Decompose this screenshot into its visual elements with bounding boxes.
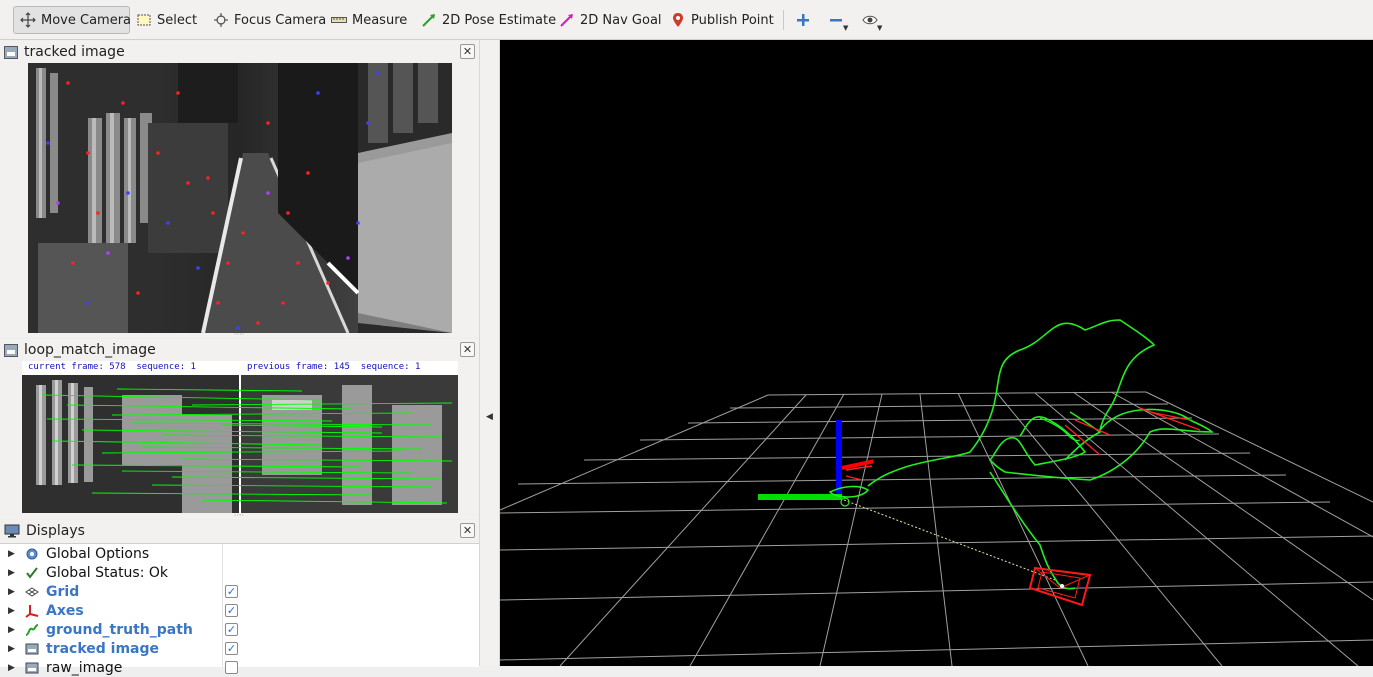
- displays-titlebar: Displays: [0, 520, 479, 542]
- magenta-arrow-icon: [559, 12, 575, 28]
- path-icon: [24, 622, 40, 638]
- display-label: raw_image: [46, 659, 123, 676]
- image-icon: [4, 45, 18, 59]
- expand-arrow-icon[interactable]: ▶: [8, 663, 15, 673]
- render-viewport[interactable]: [499, 40, 1373, 667]
- gear-icon: [24, 546, 40, 562]
- measure-button[interactable]: Measure: [325, 6, 413, 34]
- display-row-grid[interactable]: ▶ Grid ✓: [0, 582, 479, 601]
- loop-match-titlebar: loop_match_image: [0, 339, 479, 361]
- loop-match-panel: loop_match_image ✕ current frame: 578 se…: [0, 339, 479, 520]
- image-icon: [24, 641, 40, 657]
- displays-panel: Displays ✕: [0, 520, 479, 543]
- tracked-image-title: tracked image: [24, 44, 125, 60]
- green-arrow-icon: [421, 12, 437, 28]
- nav-goal-button[interactable]: 2D Nav Goal: [553, 6, 668, 34]
- ruler-icon: [331, 12, 347, 28]
- close-tracked-image-button[interactable]: ✕: [460, 44, 475, 59]
- display-enabled-checkbox[interactable]: ✓: [225, 585, 238, 598]
- display-row-tracked-image[interactable]: ▶ tracked image ✓: [0, 639, 479, 658]
- move-camera-label: Move Camera: [41, 12, 132, 28]
- move-camera-icon: [20, 12, 36, 28]
- collapse-left-icon[interactable]: ◀: [486, 412, 493, 422]
- select-label: Select: [157, 12, 198, 28]
- previous-frame-caption: previous frame: 145 sequence: 1: [247, 362, 421, 372]
- nav-goal-label: 2D Nav Goal: [580, 12, 662, 28]
- map-pin-icon: [670, 12, 686, 28]
- displays-tree: ▶ Global Options ▶ Global Status: Ok ▶ G…: [0, 543, 479, 676]
- resize-grip[interactable]: ····: [230, 512, 248, 520]
- publish-point-button[interactable]: Publish Point: [664, 6, 780, 34]
- panel-splitter[interactable]: ◀: [479, 40, 500, 666]
- display-enabled-checkbox[interactable]: [225, 661, 238, 674]
- measure-label: Measure: [352, 12, 408, 28]
- grid-icon: [24, 584, 40, 600]
- display-label: Global Status: Ok: [46, 564, 169, 581]
- plus-icon: [795, 12, 811, 28]
- tracked-image-titlebar: tracked image: [0, 41, 479, 63]
- loop-link-line: [843, 499, 1056, 581]
- trajectory-loop: [1039, 417, 1081, 442]
- chevron-down-icon: ▼: [877, 24, 883, 32]
- minus-icon: [828, 12, 844, 28]
- pose-estimate-button[interactable]: 2D Pose Estimate: [415, 6, 562, 34]
- display-row-ground-truth-path[interactable]: ▶ ground_truth_path ✓: [0, 620, 479, 639]
- remove-tool-button[interactable]: ▼: [822, 6, 852, 34]
- expand-arrow-icon[interactable]: ▶: [8, 587, 15, 597]
- ground-grid: [499, 391, 1373, 667]
- chevron-down-icon: ▼: [843, 24, 849, 32]
- display-row-raw-image[interactable]: ▶ raw_image: [0, 658, 479, 677]
- add-tool-button[interactable]: [789, 6, 815, 34]
- checkmark-icon: [24, 565, 40, 581]
- loop-match-title: loop_match_image: [24, 342, 156, 358]
- image-icon: [24, 660, 40, 676]
- expand-arrow-icon[interactable]: ▶: [8, 606, 15, 616]
- display-enabled-checkbox[interactable]: ✓: [225, 604, 238, 617]
- pose-estimate-label: 2D Pose Estimate: [442, 12, 557, 28]
- display-row-global-status[interactable]: ▶ Global Status: Ok: [0, 563, 479, 582]
- eye-icon: [862, 12, 878, 28]
- monitor-icon: [4, 524, 20, 538]
- axes-icon: [24, 603, 40, 619]
- expand-arrow-icon[interactable]: ▶: [8, 644, 15, 654]
- tracked-camera-image: [28, 63, 452, 333]
- display-label: Grid: [46, 583, 80, 600]
- expand-arrow-icon[interactable]: ▶: [8, 549, 15, 559]
- focus-camera-label: Focus Camera: [234, 12, 327, 28]
- scene-3d: [499, 319, 1373, 667]
- display-label: tracked image: [46, 640, 160, 657]
- expand-arrow-icon[interactable]: ▶: [8, 568, 15, 578]
- display-label: Global Options: [46, 545, 150, 562]
- move-camera-button[interactable]: Move Camera: [13, 6, 132, 34]
- origin-marker: [840, 497, 850, 507]
- display-label: ground_truth_path: [46, 621, 193, 638]
- select-button[interactable]: Select: [130, 6, 203, 34]
- origin-axes: [758, 420, 874, 500]
- tracked-image-panel: tracked image ✕ ····: [0, 41, 479, 339]
- current-frame-caption: current frame: 578 sequence: 1: [28, 362, 196, 372]
- image-icon: [4, 343, 18, 357]
- focus-camera-button[interactable]: Focus Camera: [207, 6, 332, 34]
- toolbar-separator: [783, 10, 784, 30]
- display-row-global-options[interactable]: ▶ Global Options: [0, 544, 479, 563]
- display-enabled-checkbox[interactable]: ✓: [225, 642, 238, 655]
- loop-match-image: current frame: 578 sequence: 1 previous …: [22, 361, 458, 513]
- close-displays-button[interactable]: ✕: [460, 523, 475, 538]
- display-row-axes[interactable]: ▶ Axes ✓: [0, 601, 479, 620]
- displays-title: Displays: [26, 523, 85, 539]
- focus-camera-icon: [213, 12, 229, 28]
- view-options-button[interactable]: ▼: [856, 6, 886, 34]
- select-icon: [136, 12, 152, 28]
- expand-arrow-icon[interactable]: ▶: [8, 625, 15, 635]
- resize-grip[interactable]: ····: [230, 331, 248, 339]
- publish-point-label: Publish Point: [691, 12, 774, 28]
- close-loop-match-button[interactable]: ✕: [460, 342, 475, 357]
- main-toolbar: Move Camera Select Focus Camera Measure …: [0, 0, 1373, 40]
- display-enabled-checkbox[interactable]: ✓: [225, 623, 238, 636]
- display-label: Axes: [46, 602, 84, 619]
